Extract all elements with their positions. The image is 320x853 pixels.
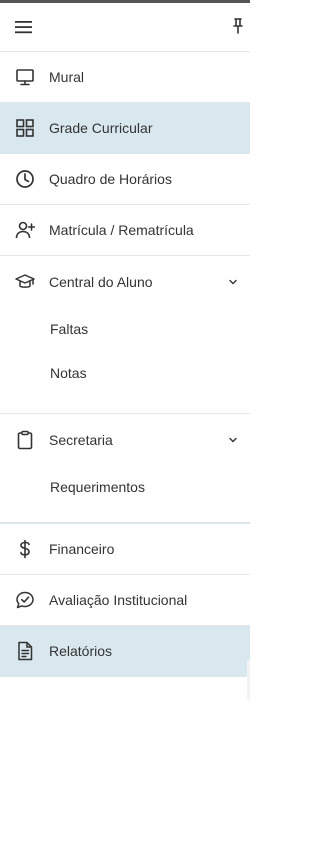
document-icon <box>18 641 33 661</box>
sidebar-item-label: Relatórios <box>49 643 113 659</box>
sidebar-subitem-label: Faltas <box>50 321 89 337</box>
monitor-icon <box>16 69 34 86</box>
user-plus-icon <box>15 221 35 239</box>
pin-icon[interactable] <box>232 17 244 35</box>
sidebar-item-mural[interactable]: Mural <box>0 52 250 103</box>
chevron-down-icon[interactable] <box>228 277 238 287</box>
dollar-icon <box>20 539 30 559</box>
sidebar-item-financeiro[interactable]: Financeiro <box>0 524 250 575</box>
sidebar-item-quadro-de-horarios[interactable]: Quadro de Horários <box>0 154 250 205</box>
sidebar-item-relatorios[interactable]: Relatórios <box>0 626 250 677</box>
sidebar-item-label: Secretaria <box>49 431 113 448</box>
sidebar-item-label: Grade Curricular <box>49 120 153 136</box>
sidebar-item-central-do-aluno[interactable]: Central do Aluno <box>0 256 250 307</box>
sidebar-item-secretaria[interactable]: Secretaria <box>0 414 250 465</box>
sidebar-subitem-notas[interactable]: Notas <box>0 351 250 395</box>
graduation-cap-icon <box>15 273 35 288</box>
sidebar-item-label: Central do Aluno <box>49 273 153 290</box>
sidebar-item-label: Matrícula / Rematrícula <box>49 222 194 238</box>
clipboard-icon <box>17 430 33 449</box>
sidebar-header <box>0 3 250 52</box>
chevron-down-icon[interactable] <box>228 435 238 445</box>
sidebar-item-label: Financeiro <box>49 541 115 557</box>
grid-icon <box>16 119 34 137</box>
sidebar-item-matricula[interactable]: Matrícula / Rematrícula <box>0 205 250 256</box>
divider <box>0 395 250 414</box>
sidebar-item-label: Mural <box>49 69 85 85</box>
sidebar-subitem-label: Requerimentos <box>50 479 145 495</box>
sidebar-subitem-faltas[interactable]: Faltas <box>0 307 250 351</box>
sidebar-subitem-requerimentos[interactable]: Requerimentos <box>0 465 250 509</box>
sidebar-item-grade-curricular[interactable]: Grade Curricular <box>0 103 250 154</box>
sidebar-item-avaliacao-institucional[interactable]: Avaliação Institucional <box>0 575 250 626</box>
scroll-edge <box>247 660 250 700</box>
sidebar-item-label: Avaliação Institucional <box>49 592 188 608</box>
hamburger-menu-icon[interactable] <box>14 19 34 35</box>
sidebar-subitem-label: Notas <box>50 365 87 381</box>
chat-check-icon <box>16 591 34 609</box>
sidebar-menu: Mural Grade Curricular Quadro de Horário… <box>0 52 250 677</box>
divider <box>0 509 250 524</box>
clock-icon <box>16 170 34 188</box>
sidebar-item-label: Quadro de Horários <box>49 171 172 187</box>
